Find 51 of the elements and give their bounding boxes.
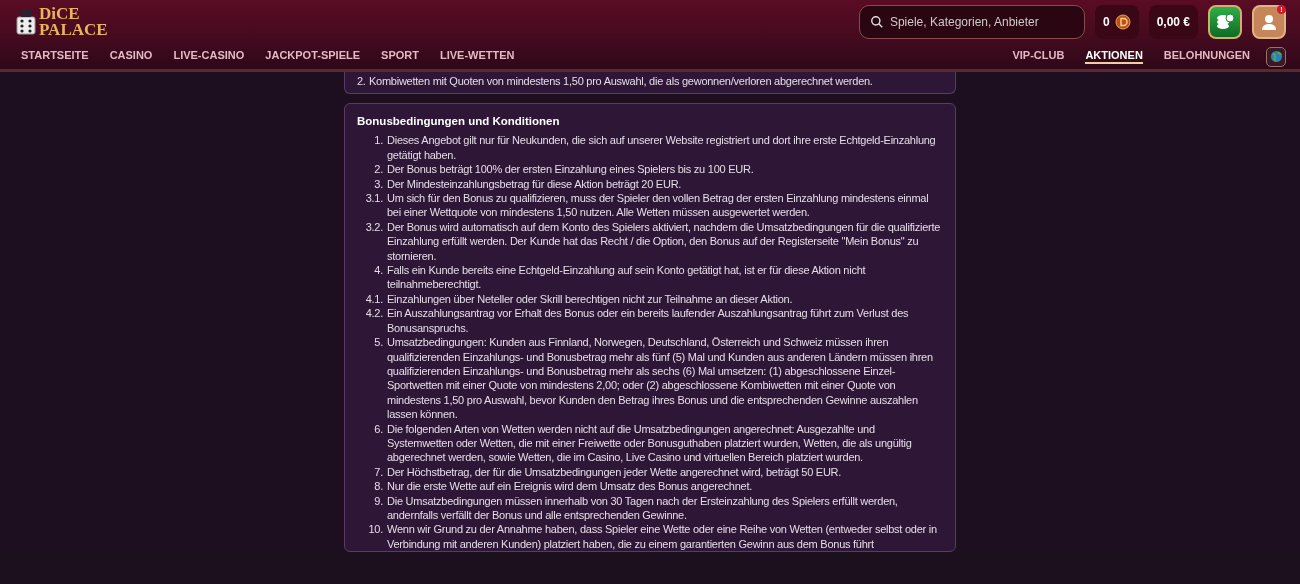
nav-link[interactable]: LIVE-CASINO (173, 49, 245, 65)
item-number: 5. (373, 335, 384, 351)
nav-link[interactable]: VIP-CLUB (1012, 49, 1065, 65)
language-button[interactable] (1266, 46, 1286, 67)
nav-link[interactable]: AKTIONEN (1085, 49, 1143, 65)
term-text: Die Umsatzbedingungen müssen innerhalb von 30 Tagen nach der Ersteinzahlung des Spielers erfüllt werden, andernfalls verfällt der Bonus und alle entsprechenden Gewinne. (387, 493, 899, 523)
nav-link[interactable]: CASINO (109, 49, 153, 65)
coin-balance: 0 (1094, 5, 1139, 40)
term-text: Der Bonus wird automatisch auf dem Konto des Spielers aktiviert, nachdem die Umsatzbedingungen für die qualifizierte Einzahlung erfüllt werden. Der Kunde hat das Recht / die Option, den Bonus auf der Registerseite "Mein Bonus" zu stornieren. (387, 219, 942, 264)
nav-link[interactable]: JACKPOT-SPIELE (265, 49, 361, 65)
globe-icon (1269, 50, 1283, 64)
item-number: 1. (373, 133, 384, 149)
item-number: 3.2. (364, 219, 384, 235)
coins-icon (1215, 13, 1235, 32)
item-number: 4. (373, 263, 384, 279)
term-text: Dieses Angebot gilt nur für Neukunden, die sich auf unserer Website registriert und dort ihre erste Echtgeld-Einzahlung getätigt haben. (387, 133, 937, 163)
card-title: Bonusbedingungen und Konditionen (357, 115, 561, 128)
term-text: Kombiwetten mit Quoten von mindestens 1,50 pro Auswahl, die als gewonnen/verloren abgerechnet werden. (369, 74, 874, 89)
user-icon (1260, 13, 1278, 32)
term-text: Ein Auszahlungsantrag vor Erhalt des Bonus oder ein bereits laufender Auszahlungsantrag führt zum Verlust des Bonusanspruchs. (387, 306, 910, 336)
term-text: Wenn wir Grund zu der Annahme haben, dass Spieler eine Wette oder eine Reihe von Wetten (entweder selbst oder in Verbindung mit anderen Kunden) platziert haben, die zu einem garantierten Gewinn aus dem Bonus führt (387, 522, 938, 552)
item-number: 3.1. (364, 191, 384, 207)
term-text: Der Bonus beträgt 100% der ersten Einzahlung eines Spielers bis zu 100 EUR. (387, 162, 755, 177)
item-number: 9. (373, 493, 384, 509)
term-text: Umsatzbedingungen: Kunden aus Finnland, Norwegen, Deutschland, Österreich und Schweiz müssen ihren qualifizierenden Einzahlungs- und Bonusbetrag mehr als fünf (5) Mal und Kunden aus anderen Ländern müssen ihren qualifizierenden Einzahlungs- und Bonusbetrag mehr als sechs (6) Mal umsetzen: (1) abgeschlossene Einzel-Sportwetten mit einer Quote von mindestens 2,00; oder (2) abgeschlossene Kombiwetten mit einer Quote von mindestens 1,50 pro Auswahl, bevor Kunden den Betrag ihres Bonus und die entsprechenden Gewinne auszahlen lassen können. (387, 335, 934, 422)
term-text: Die folgenden Arten von Wetten werden nicht auf die Umsatzbedingungen angerechnet: Ausgezahlte und Systemwetten oder Wetten, die mit einer Freiwette oder Bonusguthaben platziert wurden, Wetten, die als ungültig abgerechnet werden, sowie Wetten, die im Casino, Live Casino und virtuellen Bereich platziert wurden. (387, 421, 913, 465)
term-text: Einzahlungen über Neteller oder Skrill berechtigen nicht zur Teilnahme an dieser Aktion. (387, 291, 794, 307)
item-number: 2. (357, 74, 367, 89)
item-number: 8. (373, 479, 384, 494)
nav-link[interactable]: BELOHNUNGEN (1163, 49, 1250, 65)
coin-icon (1114, 14, 1131, 31)
item-number: 10. (367, 522, 384, 538)
term-text: Um sich für den Bonus zu qualifizieren, muss der Spieler den vollen Betrag der ersten Einzahlung mindestens einmal bei einer Wettquote von mindestens 1,50 nutzen. Alle Wetten müssen ausgewertet werden. (387, 191, 930, 220)
item-number: 3. (373, 176, 384, 192)
nav-link[interactable]: STARTSEITE (21, 49, 89, 65)
item-number: 4.2. (364, 306, 384, 322)
search-field[interactable]: Spiele, Kategorien, Anbieter (858, 5, 1085, 40)
deposit-button[interactable] (1208, 5, 1242, 40)
logo-text: DiCE PALACE (39, 6, 108, 39)
dice-icon (16, 9, 36, 36)
term-text: Der Höchstbetrag, der für die Umsatzbedingungen jeder Wette angerechnet wird, beträgt 50 EUR. (387, 464, 843, 480)
item-number: 6. (373, 421, 384, 437)
term-text: Nur die erste Wette auf ein Ereignis wird dem Umsatz des Bonus angerechnet. (387, 479, 753, 494)
term-text: Falls ein Kunde bereits eine Echtgeld-Einzahlung auf sein Konto getätigt hat, ist er für diese Aktion nicht teilnahmeberechtigt. (387, 263, 867, 292)
item-number: 2. (373, 162, 384, 177)
term-text: Der Mindesteinzahlungsbetrag für diese Aktion beträgt 20 EUR. (387, 176, 683, 192)
money-balance: 0,00 € (1148, 5, 1198, 40)
nav-link[interactable]: LIVE-WETTEN (440, 49, 515, 65)
item-number: 4.1. (364, 291, 384, 307)
nav-link[interactable]: SPORT (381, 49, 419, 65)
item-number: 7. (373, 464, 384, 480)
